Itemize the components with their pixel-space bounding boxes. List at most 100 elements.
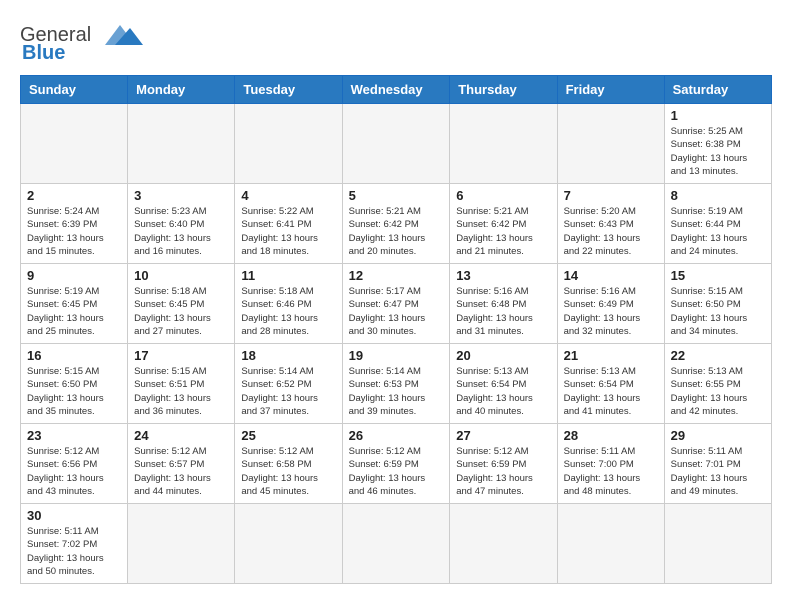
day-number: 3 [134,188,228,203]
calendar-cell: 9 Sunrise: 5:19 AMSunset: 6:45 PMDaylight… [21,264,128,344]
day-number: 18 [241,348,335,363]
day-number: 14 [564,268,658,283]
day-number: 27 [456,428,550,443]
day-number: 7 [564,188,658,203]
day-info: Sunrise: 5:15 AMSunset: 6:51 PMDaylight:… [134,365,228,418]
calendar-cell [128,104,235,184]
day-number: 23 [27,428,121,443]
day-info: Sunrise: 5:11 AMSunset: 7:02 PMDaylight:… [27,525,121,578]
day-info: Sunrise: 5:11 AMSunset: 7:01 PMDaylight:… [671,445,765,498]
day-number: 5 [349,188,444,203]
day-info: Sunrise: 5:20 AMSunset: 6:43 PMDaylight:… [564,205,658,258]
day-number: 30 [27,508,121,523]
day-of-week-header: Wednesday [342,76,450,104]
calendar-cell [342,504,450,584]
day-info: Sunrise: 5:16 AMSunset: 6:49 PMDaylight:… [564,285,658,338]
calendar-cell: 21 Sunrise: 5:13 AMSunset: 6:54 PMDayligh… [557,344,664,424]
day-number: 10 [134,268,228,283]
calendar-cell [450,104,557,184]
day-number: 26 [349,428,444,443]
day-of-week-header: Tuesday [235,76,342,104]
day-info: Sunrise: 5:13 AMSunset: 6:54 PMDaylight:… [564,365,658,418]
day-info: Sunrise: 5:12 AMSunset: 6:59 PMDaylight:… [349,445,444,498]
day-of-week-header: Saturday [664,76,771,104]
calendar-cell: 27 Sunrise: 5:12 AMSunset: 6:59 PMDayligh… [450,424,557,504]
logo-icon [95,20,145,50]
day-number: 17 [134,348,228,363]
calendar-cell: 30 Sunrise: 5:11 AMSunset: 7:02 PMDayligh… [21,504,128,584]
calendar-cell: 24Sunrise: 5:12 AMSunset: 6:57 PMDayligh… [128,424,235,504]
day-number: 20 [456,348,550,363]
day-number: 8 [671,188,765,203]
calendar-cell: 23 Sunrise: 5:12 AMSunset: 6:56 PMDayligh… [21,424,128,504]
calendar-cell: 17 Sunrise: 5:15 AMSunset: 6:51 PMDayligh… [128,344,235,424]
day-info: Sunrise: 5:18 AMSunset: 6:45 PMDaylight:… [134,285,228,338]
day-number: 21 [564,348,658,363]
day-number: 25 [241,428,335,443]
day-info: Sunrise: 5:15 AMSunset: 6:50 PMDaylight:… [27,365,121,418]
day-number: 1 [671,108,765,123]
day-info: Sunrise: 5:13 AMSunset: 6:55 PMDaylight:… [671,365,765,418]
page-header: General Blue [20,20,772,65]
calendar-cell: 10 Sunrise: 5:18 AMSunset: 6:45 PMDayligh… [128,264,235,344]
day-number: 11 [241,268,335,283]
calendar-cell [557,104,664,184]
day-info: Sunrise: 5:19 AMSunset: 6:45 PMDaylight:… [27,285,121,338]
day-number: 12 [349,268,444,283]
day-info: Sunrise: 5:24 AMSunset: 6:39 PMDaylight:… [27,205,121,258]
day-number: 9 [27,268,121,283]
calendar-cell: 5 Sunrise: 5:21 AMSunset: 6:42 PMDaylight… [342,184,450,264]
day-of-week-header: Friday [557,76,664,104]
day-info: Sunrise: 5:17 AMSunset: 6:47 PMDaylight:… [349,285,444,338]
day-number: 19 [349,348,444,363]
day-number: 22 [671,348,765,363]
day-info: Sunrise: 5:12 AMSunset: 6:58 PMDaylight:… [241,445,335,498]
calendar-cell [557,504,664,584]
day-number: 6 [456,188,550,203]
calendar-cell: 3 Sunrise: 5:23 AMSunset: 6:40 PMDaylight… [128,184,235,264]
day-number: 2 [27,188,121,203]
calendar-cell: 25 Sunrise: 5:12 AMSunset: 6:58 PMDayligh… [235,424,342,504]
calendar-cell: 6 Sunrise: 5:21 AMSunset: 6:42 PMDaylight… [450,184,557,264]
calendar-cell: 16 Sunrise: 5:15 AMSunset: 6:50 PMDayligh… [21,344,128,424]
day-info: Sunrise: 5:21 AMSunset: 6:42 PMDaylight:… [349,205,444,258]
day-info: Sunrise: 5:16 AMSunset: 6:48 PMDaylight:… [456,285,550,338]
calendar-cell: 15 Sunrise: 5:15 AMSunset: 6:50 PMDayligh… [664,264,771,344]
calendar-cell [128,504,235,584]
day-of-week-header: Sunday [21,76,128,104]
day-number: 28 [564,428,658,443]
calendar-cell: 2 Sunrise: 5:24 AMSunset: 6:39 PMDaylight… [21,184,128,264]
day-info: Sunrise: 5:22 AMSunset: 6:41 PMDaylight:… [241,205,335,258]
day-info: Sunrise: 5:11 AMSunset: 7:00 PMDaylight:… [564,445,658,498]
day-number: 4 [241,188,335,203]
calendar-cell: 8 Sunrise: 5:19 AMSunset: 6:44 PMDaylight… [664,184,771,264]
calendar-cell: 29 Sunrise: 5:11 AMSunset: 7:01 PMDayligh… [664,424,771,504]
calendar-cell [342,104,450,184]
day-number: 29 [671,428,765,443]
calendar-header-row: SundayMondayTuesdayWednesdayThursdayFrid… [21,76,772,104]
day-info: Sunrise: 5:14 AMSunset: 6:52 PMDaylight:… [241,365,335,418]
day-info: Sunrise: 5:23 AMSunset: 6:40 PMDaylight:… [134,205,228,258]
calendar-cell: 28 Sunrise: 5:11 AMSunset: 7:00 PMDayligh… [557,424,664,504]
day-info: Sunrise: 5:12 AMSunset: 6:59 PMDaylight:… [456,445,550,498]
calendar-cell: 14 Sunrise: 5:16 AMSunset: 6:49 PMDayligh… [557,264,664,344]
day-info: Sunrise: 5:12 AMSunset: 6:56 PMDaylight:… [27,445,121,498]
calendar-cell [664,504,771,584]
day-number: 16 [27,348,121,363]
calendar-cell: 26 Sunrise: 5:12 AMSunset: 6:59 PMDayligh… [342,424,450,504]
day-number: 13 [456,268,550,283]
logo: General Blue [20,20,145,65]
calendar-cell: 12 Sunrise: 5:17 AMSunset: 6:47 PMDayligh… [342,264,450,344]
day-of-week-header: Monday [128,76,235,104]
day-info: Sunrise: 5:19 AMSunset: 6:44 PMDaylight:… [671,205,765,258]
day-info: Sunrise: 5:15 AMSunset: 6:50 PMDaylight:… [671,285,765,338]
day-info: Sunrise: 5:21 AMSunset: 6:42 PMDaylight:… [456,205,550,258]
calendar-cell: 18 Sunrise: 5:14 AMSunset: 6:52 PMDayligh… [235,344,342,424]
calendar-table: SundayMondayTuesdayWednesdayThursdayFrid… [20,75,772,584]
calendar-cell [235,504,342,584]
calendar-cell: 20Sunrise: 5:13 AMSunset: 6:54 PMDayligh… [450,344,557,424]
day-info: Sunrise: 5:18 AMSunset: 6:46 PMDaylight:… [241,285,335,338]
calendar-cell [235,104,342,184]
day-number: 15 [671,268,765,283]
calendar-cell: 4 Sunrise: 5:22 AMSunset: 6:41 PMDaylight… [235,184,342,264]
